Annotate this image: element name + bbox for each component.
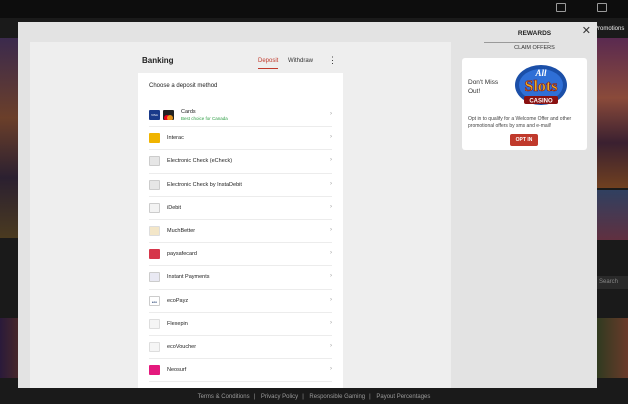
chevron-right-icon: › [330,366,332,373]
paysafecard-icon [149,249,160,260]
method-row-paysafecard[interactable]: paysafecard › [149,243,332,267]
logo-text-bottom: CASINO [529,99,553,105]
tab-deposit[interactable]: Deposit [258,58,279,69]
method-name: Flexepin [167,320,188,327]
all-slots-casino-logo: All Slots CASINO [515,65,567,105]
idebit-icon [149,202,160,213]
chevron-right-icon: › [330,342,332,349]
neosurf-icon [149,365,160,376]
chevron-right-icon: › [330,319,332,326]
background-game-tiles-right [597,38,628,188]
footer-link-privacy[interactable]: Privacy Policy [261,394,298,400]
choose-method-label: Choose a deposit method [149,83,218,89]
background-game-tile-right-lower [597,190,628,240]
method-row-ecopayz[interactable]: eco ecoPayz › [149,290,332,313]
promotions-icon[interactable] [597,3,607,12]
method-name: Interac [167,135,184,142]
chevron-right-icon: › [330,273,332,280]
rewards-divider [484,42,549,43]
method-name: iDebit [167,204,182,211]
instant-payments-icon [149,272,160,283]
method-name: Cards [181,109,196,115]
background-game-tile-bottom-right [597,318,628,378]
more-options-icon[interactable]: ⋮ [328,55,337,66]
background-promotions-label[interactable]: Promotions [594,26,624,32]
background-game-tiles-left [0,38,18,238]
footer-link-responsible-gaming[interactable]: Responsible Gaming [309,394,365,400]
ecovoucher-icon [149,341,160,352]
method-name: Instant Payments [167,274,210,281]
method-name: MuchBetter [167,227,196,234]
method-row-interac[interactable]: Interac › [149,127,332,151]
muchbetter-icon [149,225,160,236]
method-name: paysafecard [167,251,197,258]
chevron-right-icon: › [330,296,332,303]
method-row-instant-payments[interactable]: Instant Payments › [149,266,332,290]
offer-heading: Don't Miss Out! [468,79,499,95]
method-row-idebit[interactable]: iDebit › [149,197,332,220]
chevron-right-icon: › [330,111,332,117]
visa-icon: VISA [149,110,160,120]
chevron-right-icon: › [330,157,332,164]
method-name: Electronic Check (eCheck) [167,158,233,165]
mastercard-icon [163,110,174,120]
background-top-bar [0,0,628,18]
banking-panel: Banking Deposit Withdraw ⋮ Choose a depo… [30,42,451,388]
logo-text-top: All [534,68,547,78]
deposit-methods-list: Choose a deposit method VISA Cards Best … [138,73,343,388]
method-name: Neosurf [167,367,187,374]
claim-offers-label[interactable]: CLAIM OFFERS [473,45,596,51]
banking-title: Banking [142,56,174,65]
banking-header: Banking Deposit Withdraw ⋮ [138,52,343,73]
method-name: ecoPayz [167,297,189,304]
mail-icon[interactable] [556,3,566,12]
method-row-echeck[interactable]: Electronic Check (eCheck) › [149,150,332,174]
chevron-right-icon: › [330,250,332,257]
flexepin-icon [149,318,160,329]
chevron-right-icon: › [330,134,332,141]
chevron-right-icon: › [330,226,332,233]
instadebit-echeck-icon [149,179,160,190]
banking-modal: ✕ Banking Deposit Withdraw ⋮ Choose a de… [18,22,597,388]
opt-in-button[interactable]: OPT IN [510,134,538,146]
footer-link-terms[interactable]: Terms & Conditions [198,394,250,400]
rewards-title: REWARDS [517,30,552,37]
offer-card: Don't Miss Out! All Slots CASINO Opt in … [462,58,587,150]
background-footer: Terms & Conditions | Privacy Policy | Resp… [197,394,431,400]
method-row-flexepin[interactable]: Flexepin › [149,313,332,336]
background-search-input[interactable]: Search [597,276,628,289]
method-name: ecoVoucher [167,343,197,350]
footer-link-payout[interactable]: Payout Percentages [376,394,430,400]
echeck-icon [149,156,160,167]
method-row-cards[interactable]: VISA Cards Best choice for Canada › [149,104,332,128]
method-row-instadebit-echeck[interactable]: Electronic Check by InstaDebit › [149,174,332,197]
method-row-muchbetter[interactable]: MuchBetter › [149,220,332,244]
method-row-neosurf[interactable]: Neosurf › [149,359,332,383]
offer-description: Opt in to qualify for a Welcome Offer an… [468,116,572,129]
chevron-right-icon: › [330,203,332,210]
method-row-ecovoucher[interactable]: ecoVoucher › [149,336,332,360]
banking-card: Banking Deposit Withdraw ⋮ Choose a depo… [138,52,343,388]
chevron-right-icon: › [330,180,332,187]
method-subtitle: Best choice for Canada [181,116,228,121]
tab-withdraw[interactable]: Withdraw [288,58,313,68]
interac-icon [149,133,160,144]
method-name: Electronic Check by InstaDebit [167,181,242,188]
ecopayz-icon: eco [149,295,160,306]
logo-text-main: Slots [525,78,558,95]
